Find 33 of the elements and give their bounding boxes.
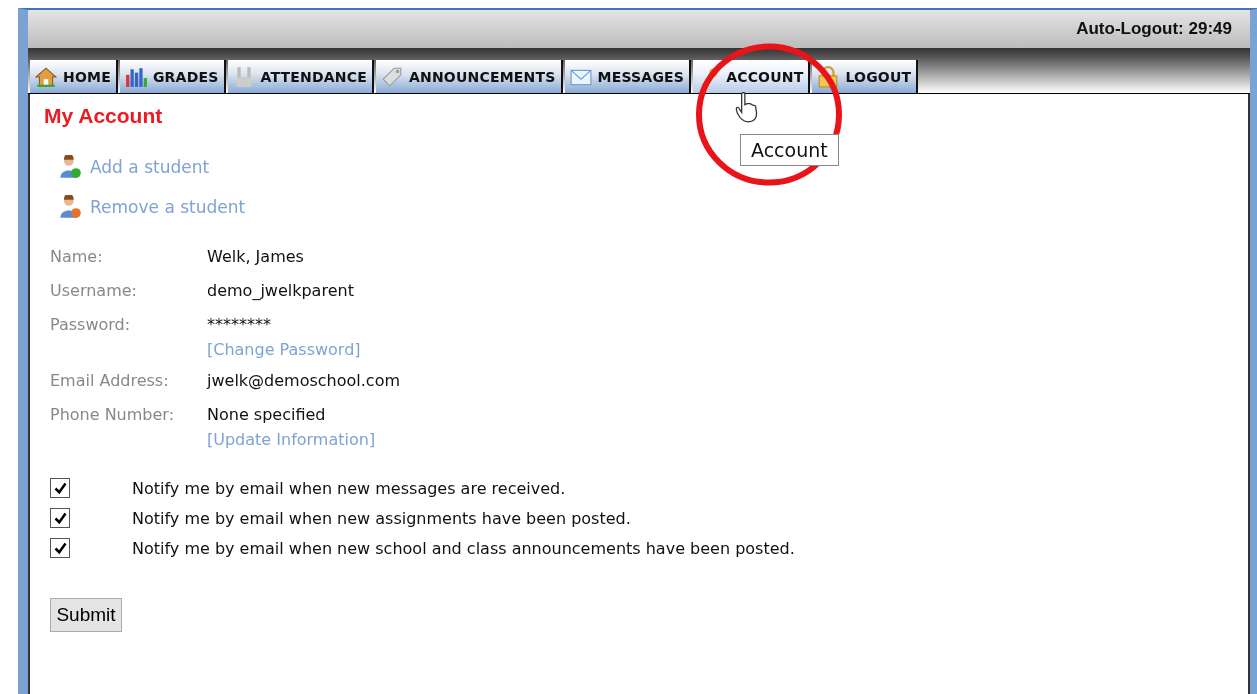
house-icon [35,65,57,88]
field-value: None specified [207,404,327,426]
nav-tab[interactable]: ATTENDANCE [227,60,374,93]
field-value: demo_jwelkparent [207,280,355,302]
nav-tab[interactable]: HOME [30,60,118,93]
nav-tab[interactable]: MESSAGES [564,60,692,93]
field-label: Phone Number: [50,404,176,426]
notification-label: Notify me by email when new assignments have been posted. [132,508,631,528]
notification-label: Notify me by email when new messages are received. [132,478,566,498]
lock-icon [817,65,840,88]
person-remove-icon [58,195,82,219]
field-label: Email Address: [50,370,170,392]
field-label: Username: [50,280,138,302]
field-label: Password: [50,314,132,336]
notification-label: Notify me by email when new school and class announcements have been posted. [132,538,795,558]
tag-icon [380,65,403,88]
nav-tab[interactable]: ANNOUNCEMENTS [375,60,563,93]
field-value: Welk, James [207,246,305,268]
bar-chart-icon [124,65,147,88]
field-value: jwelk@demoschool.com [207,370,400,392]
auto-logout-timer: Auto-Logout: 29:49 [1076,19,1232,39]
person-add-icon [58,155,82,179]
field-label: Name: [50,246,104,268]
nav-tab[interactable]: GRADES [119,60,226,93]
field-value: ******** [207,314,272,336]
page-title: My Account [44,104,163,128]
checkbox[interactable] [50,478,70,498]
submit-button[interactable]: Submit [50,598,122,632]
nav-tab[interactable]: LOGOUT [812,60,919,93]
checkbox[interactable] [50,508,70,528]
hand-cursor-icon [734,92,760,124]
tooltip: Account [740,134,839,166]
checkbox[interactable] [50,538,70,558]
